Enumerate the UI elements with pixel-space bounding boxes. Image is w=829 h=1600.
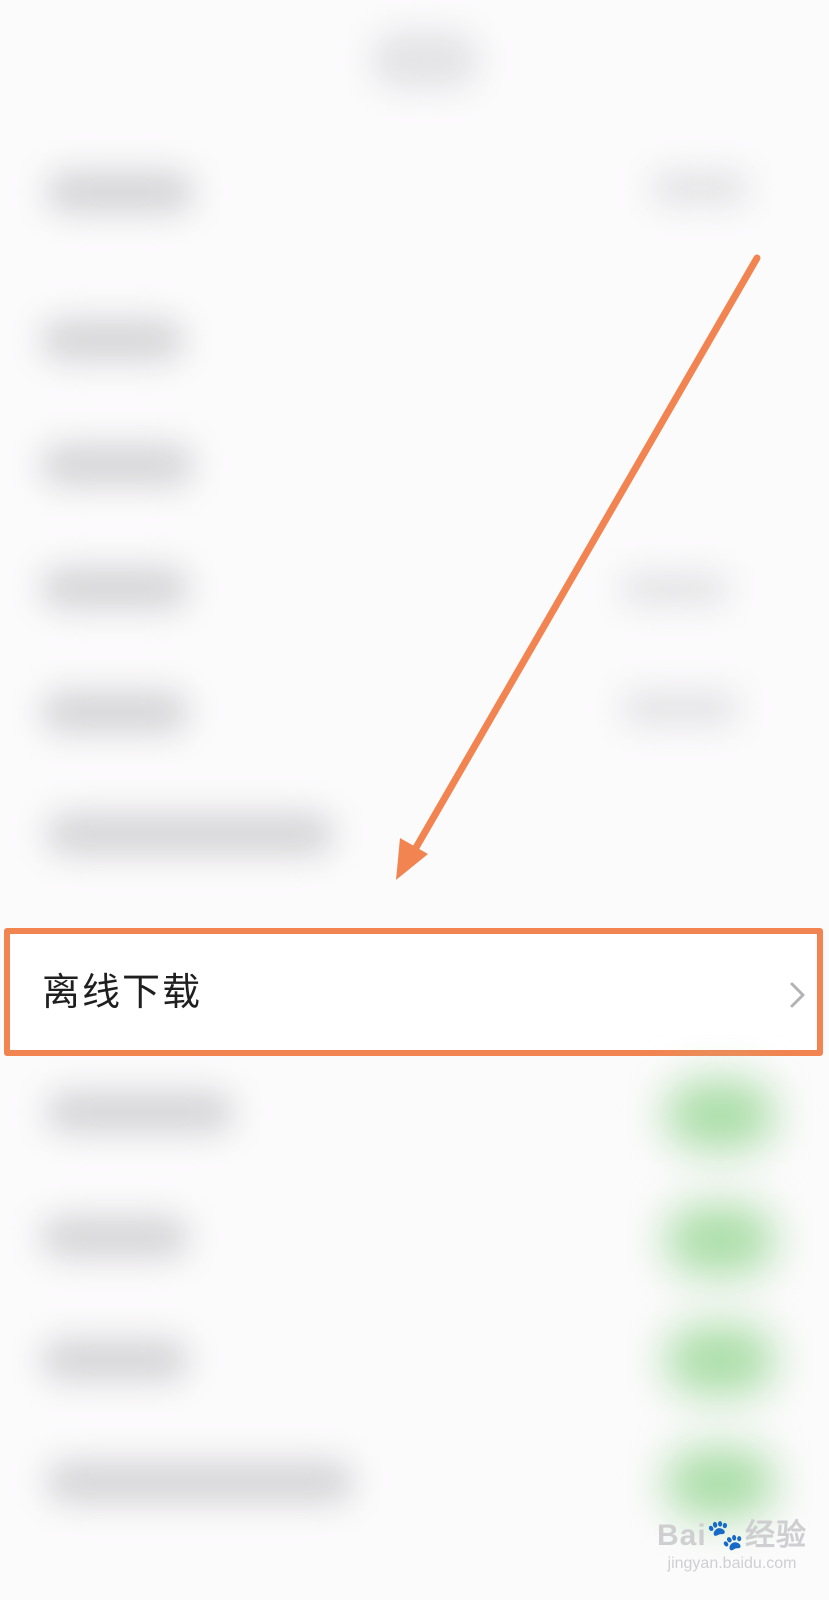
blurred-toggle-switch[interactable] bbox=[665, 1325, 775, 1395]
blurred-setting-row[interactable] bbox=[45, 812, 335, 856]
watermark-brand-text: Bai bbox=[656, 1519, 707, 1552]
blurred-nav-title bbox=[370, 30, 480, 90]
watermark-brand: Bai🐾经验 bbox=[647, 1518, 817, 1554]
blurred-toggle-switch[interactable] bbox=[665, 1448, 775, 1518]
blurred-toggle-switch[interactable] bbox=[665, 1080, 775, 1150]
blurred-setting-row[interactable] bbox=[40, 566, 190, 610]
setting-row-label: 离线下载 bbox=[42, 970, 203, 1014]
blurred-setting-value bbox=[620, 572, 730, 606]
watermark-url: jingyan.baidu.com bbox=[667, 1555, 797, 1572]
blurred-setting-row[interactable] bbox=[40, 1215, 190, 1259]
baidu-jingyan-watermark: Bai🐾经验 jingyan.baidu.com bbox=[647, 1518, 817, 1588]
blurred-setting-row[interactable] bbox=[40, 1338, 190, 1382]
watermark-brand-suffix: 经验 bbox=[745, 1519, 808, 1552]
blurred-setting-row[interactable] bbox=[45, 1460, 355, 1504]
blurred-setting-value bbox=[650, 170, 750, 206]
settings-screen: 离线下载 Bai🐾经验 jingyan.baidu.com bbox=[0, 0, 829, 1600]
blurred-setting-row[interactable] bbox=[45, 170, 195, 214]
blurred-setting-value bbox=[620, 690, 740, 726]
blurred-toggle-switch[interactable] bbox=[665, 1205, 775, 1275]
chevron-right-icon bbox=[790, 982, 805, 1008]
setting-row-offline-download[interactable]: 离线下载 bbox=[4, 928, 823, 1056]
blurred-setting-row[interactable] bbox=[40, 690, 190, 734]
blurred-setting-row[interactable] bbox=[40, 443, 195, 487]
blurred-setting-row[interactable] bbox=[40, 318, 185, 362]
blurred-setting-row[interactable] bbox=[45, 1090, 235, 1134]
paw-icon: 🐾 bbox=[706, 1519, 746, 1552]
